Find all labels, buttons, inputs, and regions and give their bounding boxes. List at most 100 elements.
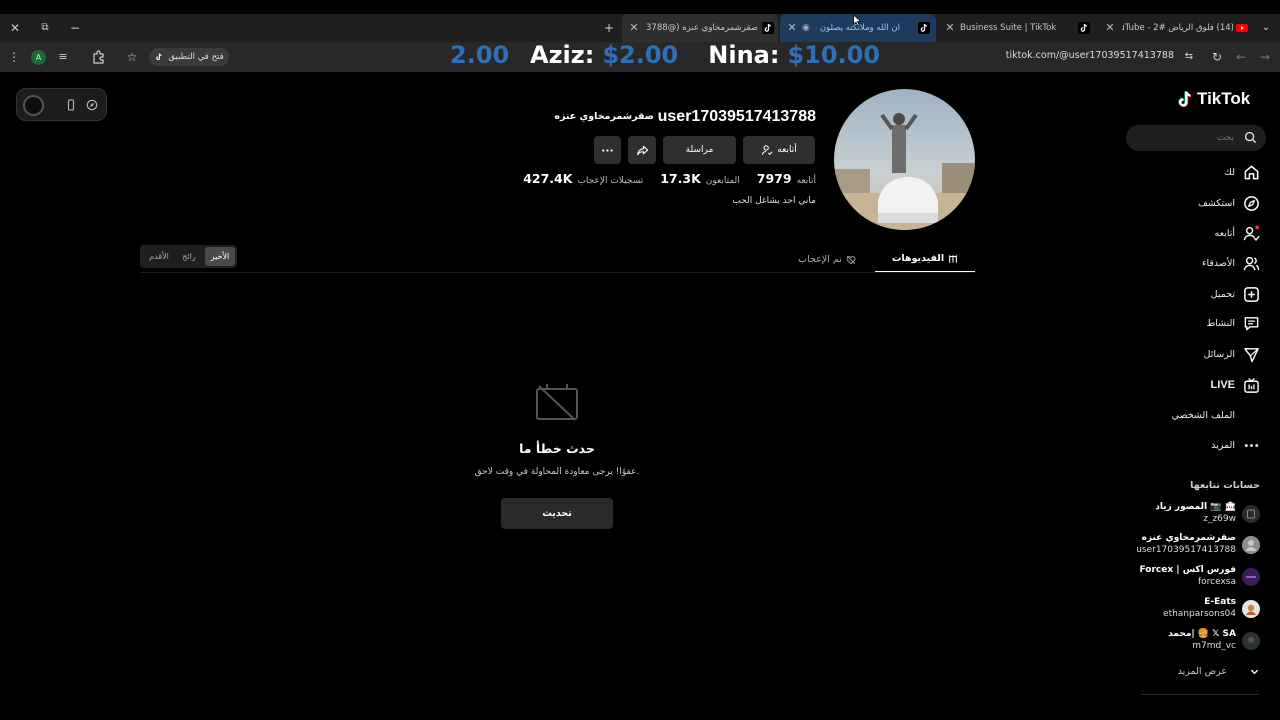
upload-icon: [1244, 286, 1259, 302]
site-settings-icon[interactable]: ⇆: [1181, 49, 1197, 65]
tab-youtube[interactable]: ✕ (14) فلوق الرياض #2 - YouTube: [1100, 14, 1252, 42]
search-input[interactable]: [1134, 129, 1234, 147]
more-icon: [1244, 443, 1259, 447]
dark-mode-toggle[interactable]: [23, 95, 44, 116]
minimize-window-icon[interactable]: −: [68, 21, 82, 35]
tab-search-chevron-icon[interactable]: ⌄: [1259, 21, 1273, 35]
following-label: أتابعه: [796, 176, 816, 186]
following-account-row[interactable]: المصور زياد 📷 🏛 z_z69w: [1100, 501, 1260, 531]
following-icon: [1243, 224, 1260, 241]
new-tab-icon[interactable]: +: [602, 21, 616, 35]
nav-label: الملف الشخصي: [1171, 409, 1235, 421]
sort-popular[interactable]: رائج: [175, 247, 203, 266]
overlay-value-2: $10.00: [787, 41, 881, 69]
audio-playing-icon[interactable]: ◉: [802, 23, 810, 33]
tabs-divider: [140, 272, 975, 273]
mouse-cursor-icon: [853, 14, 862, 27]
sort-oldest[interactable]: الأقدم: [144, 247, 174, 266]
tiktok-favicon-icon: [156, 53, 162, 61]
error-title: حدث خطأ ما: [519, 441, 595, 456]
tiktok-logo[interactable]: TikTok: [1177, 89, 1250, 109]
sort-control: الأخير رائج الأقدم: [140, 245, 237, 268]
tab-liked[interactable]: تم الإعجاب: [780, 246, 874, 273]
followers-label: المتابعون: [705, 176, 740, 186]
search-box[interactable]: [1126, 125, 1266, 151]
media-control-icon[interactable]: ≡: [55, 49, 71, 65]
open-in-app-chip[interactable]: فتح في التطبيق: [149, 48, 229, 66]
home-icon: [1244, 165, 1259, 179]
account-handle: ethanparsons04: [1163, 609, 1236, 619]
restore-window-icon[interactable]: ⧉: [38, 21, 52, 35]
nav-live[interactable]: LIVE: [1211, 374, 1260, 396]
account-handle: z_z69w: [1203, 514, 1236, 524]
close-window-icon[interactable]: ✕: [8, 21, 22, 35]
forward-icon[interactable]: ←: [1233, 49, 1249, 65]
followers-count: 17.3K: [660, 171, 701, 186]
bookmark-star-icon[interactable]: ☆: [124, 49, 140, 65]
stream-overlay: 2.00 Aziz: $2.00 Nina: $10.00: [450, 38, 880, 72]
tab-business-suite[interactable]: ✕ Business Suite | TikTok: [940, 14, 1096, 42]
follow-button[interactable]: أتابعه: [743, 136, 815, 164]
extensions-icon[interactable]: [91, 49, 107, 65]
no-video-icon: [536, 384, 578, 421]
tab-close-icon[interactable]: ✕: [1104, 22, 1116, 34]
tab-title: صقرشمرمخاوي عنزه (@user17039517413788: [646, 23, 758, 33]
following-account-row[interactable]: E-Eats ethanparsons04: [1100, 596, 1260, 626]
tab-close-icon[interactable]: ✕: [786, 22, 798, 34]
address-bar[interactable]: tiktok.com/@user17039517413788: [900, 50, 1174, 64]
account-avatar: [1242, 536, 1260, 554]
nav-more[interactable]: المزيد: [1211, 434, 1260, 456]
error-message: عفوًا! يرجى معاودة المحاولة في وقت لاحق.: [474, 467, 640, 477]
tab-close-icon[interactable]: ✕: [944, 22, 956, 34]
ellipsis-icon: [602, 148, 613, 152]
nav-label: تحميل: [1210, 288, 1235, 300]
following-account-row[interactable]: Forcex | فورس اكس forcexsa: [1100, 564, 1260, 594]
compass-small-icon[interactable]: [86, 99, 98, 111]
nav-label: استكشف: [1197, 197, 1235, 209]
more-options-button[interactable]: [594, 136, 621, 164]
message-button[interactable]: مراسلة: [663, 136, 736, 164]
youtube-favicon-icon: [1236, 24, 1248, 32]
tiktok-favicon-icon: [1078, 22, 1090, 34]
account-avatar: [1242, 632, 1260, 650]
reload-icon[interactable]: ↻: [1209, 49, 1225, 65]
nav-explore[interactable]: استكشف: [1198, 192, 1260, 214]
nav-label: المزيد: [1211, 439, 1235, 451]
nav-messages[interactable]: الرسائل: [1204, 343, 1260, 365]
profile-avatar[interactable]: A: [31, 50, 46, 65]
tab-videos[interactable]: الفيديوهات: [875, 246, 975, 273]
refresh-button[interactable]: تحديث: [501, 498, 613, 529]
friends-icon: [1243, 256, 1260, 270]
overlay-left-value: 2.00: [450, 41, 510, 69]
nav-for-you[interactable]: لك: [1224, 161, 1260, 183]
likes-label: تسجيلات الإعجاب: [577, 176, 644, 186]
following-account-row[interactable]: صقرشمرمخاوي عنزه user17039517413788: [1100, 532, 1260, 562]
sidebar-divider: [1140, 694, 1260, 695]
profile-avatar-large: [834, 89, 975, 230]
see-more-link[interactable]: عرض المزيد: [1178, 662, 1260, 680]
messages-icon: [1244, 347, 1259, 362]
videos-label: الفيديوهات: [891, 253, 945, 264]
live-icon: [1244, 377, 1259, 393]
overlay-name-2: Nina:: [708, 41, 780, 69]
tab-title: (14) فلوق الرياض #2 - YouTube: [1122, 23, 1234, 33]
tab-close-icon[interactable]: ✕: [628, 22, 640, 34]
following-account-row[interactable]: محمد| 🍔 𝕏 SA m7md_vc: [1100, 628, 1260, 658]
sort-latest[interactable]: الأخير: [205, 247, 235, 266]
nav-friends[interactable]: الأصدقاء: [1202, 252, 1260, 274]
account-name: صقرشمرمخاوي عنزه: [1141, 533, 1236, 543]
device-icon[interactable]: [65, 99, 77, 111]
nav-profile[interactable]: الملف الشخصي: [1172, 404, 1260, 426]
nav-upload[interactable]: تحميل: [1211, 283, 1260, 305]
nav-following[interactable]: أتابعه: [1215, 222, 1261, 244]
follow-label: أتابعه: [777, 145, 797, 155]
nav-activity[interactable]: النشاط: [1206, 312, 1260, 334]
search-icon[interactable]: [1244, 131, 1257, 144]
see-more-label: عرض المزيد: [1177, 665, 1227, 677]
back-icon[interactable]: →: [1257, 49, 1273, 65]
account-handle: m7md_vc: [1192, 641, 1236, 651]
account-avatar: [1242, 600, 1260, 618]
compass-icon: [1244, 195, 1259, 211]
browser-menu-icon[interactable]: ⋮: [6, 49, 22, 65]
share-button[interactable]: [628, 136, 656, 164]
